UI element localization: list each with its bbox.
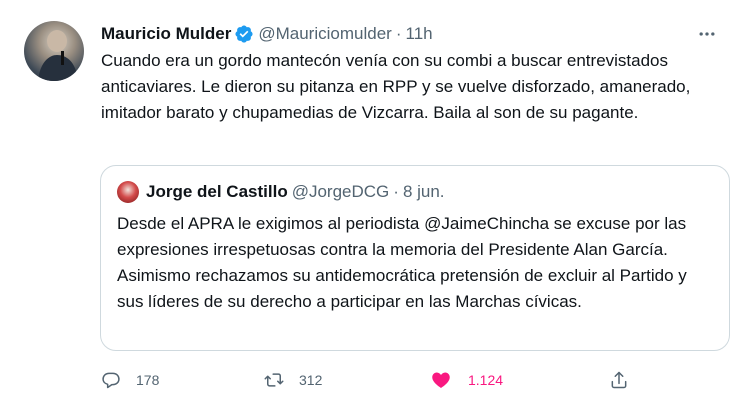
quoted-avatar xyxy=(117,181,139,203)
tweet-text: Cuando era un gordo mantecón venía con s… xyxy=(101,51,691,122)
quoted-tweet-date: 8 jun. xyxy=(402,182,445,201)
tweet-time[interactable]: 11h xyxy=(406,24,433,44)
retweet-icon xyxy=(264,373,284,387)
quoted-author-name: Jorge del Castillo xyxy=(146,182,288,201)
reply-count: 178 xyxy=(136,372,160,388)
heart-filled-icon xyxy=(432,372,450,388)
quoted-paragraph-2: Asimismo rechazamos su antidemocrática p… xyxy=(117,266,687,311)
quoted-tweet-text: Desde el APRA le exigimos al periodista … xyxy=(117,211,717,315)
like-button[interactable]: 1.124 xyxy=(431,366,503,394)
reply-button[interactable]: 178 xyxy=(101,366,159,394)
quoted-tweet-header: Jorge del Castillo @JorgeDCG · 8 jun. xyxy=(117,180,445,204)
reply-icon xyxy=(102,372,120,389)
quoted-separator-dot: · xyxy=(393,182,399,201)
like-count: 1.124 xyxy=(468,372,504,388)
retweet-button[interactable]: 312 xyxy=(264,366,322,394)
share-button[interactable] xyxy=(609,366,629,394)
separator-dot: · xyxy=(395,24,402,43)
quoted-tweet[interactable]: Jorge del Castillo @JorgeDCG · 8 jun. De… xyxy=(100,165,730,351)
quoted-author-handle: @JorgeDCG xyxy=(291,182,390,201)
author-name[interactable]: Mauricio Mulder xyxy=(101,24,231,44)
verified-badge-icon xyxy=(234,24,254,44)
action-bar: 178 312 1.124 xyxy=(101,366,633,394)
more-horizontal-icon[interactable] xyxy=(695,22,719,46)
avatar-photo xyxy=(38,30,78,81)
avatar[interactable] xyxy=(24,21,84,81)
author-handle[interactable]: @Mauriciomulder xyxy=(258,24,391,44)
tweet-header: Mauricio Mulder @Mauriciomulder · 11h xyxy=(101,22,719,46)
retweet-count: 312 xyxy=(299,372,323,388)
share-icon xyxy=(611,371,627,389)
quoted-paragraph-1: Desde el APRA le exigimos al periodista … xyxy=(117,214,687,259)
